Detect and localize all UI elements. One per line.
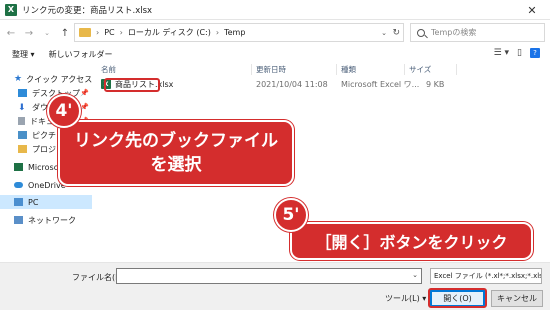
breadcrumb-local-disk[interactable]: ローカル ディスク (C:) [128,27,211,38]
new-folder-button[interactable]: 新しいフォルダー [49,49,113,60]
document-icon [18,117,25,125]
excel-icon [14,163,23,171]
search-icon [417,28,425,37]
search-placeholder: Tempの検索 [431,28,477,37]
chevron-right-icon: › [215,28,220,37]
title-bar: X リンク元の変更：商品リスト.xlsx ✕ [0,0,550,20]
nav-item-pc[interactable]: PC [0,195,92,209]
forward-arrow-icon[interactable]: → [22,25,36,41]
nav-item-label: クイック アクセス [26,74,92,84]
file-type-filter-value: Excel ファイル (*.xl*;*.xlsx;*.xlsm;* [434,272,542,280]
chevron-right-icon: › [119,28,123,37]
view-options-icon[interactable]: ☰ ▾ [494,48,509,58]
cloud-icon [14,182,23,188]
nav-item-label: ネットワーク [28,215,76,225]
column-divider[interactable] [251,64,252,75]
cancel-button[interactable]: キャンセル [491,290,543,307]
column-divider[interactable] [336,64,337,75]
navigation-bar: ← → ⌄ ↑ › PC › ローカル ディスク (C:) › Temp ⌄ ↻… [0,21,550,45]
nav-item-quick-access[interactable]: ★ クイック アクセス [0,72,92,86]
preview-pane-icon[interactable]: ▯ [517,48,522,58]
filename-input[interactable]: ⌄ [116,268,422,284]
address-bar[interactable]: › PC › ローカル ディスク (C:) › Temp ⌄ ↻ [74,23,404,42]
nav-item-desktop[interactable]: デスクトップ 📌 [0,86,92,100]
folder-icon [79,28,91,37]
open-button-highlight-frame [428,288,487,308]
search-input[interactable]: Tempの検索 [410,23,545,42]
refresh-icon[interactable]: ↻ [392,28,400,38]
nav-item-network[interactable]: ネットワーク [0,213,92,227]
column-header-date[interactable]: 更新日時 [256,62,286,76]
organize-button[interactable]: 整理 ▾ [12,49,35,60]
chevron-down-icon[interactable]: ⌄ [412,271,418,279]
step-4-badge: 4' [47,94,81,128]
recent-chevron-icon[interactable]: ⌄ [40,25,54,41]
chevron-right-icon: › [96,28,100,37]
breadcrumb-pc[interactable]: PC [104,28,114,37]
breadcrumb-temp[interactable]: Temp [224,28,245,37]
column-header-size[interactable]: サイズ [409,62,431,76]
desktop-icon [18,89,27,97]
callout-select-file: リンク先のブックファイルを選択 [58,120,294,186]
pin-icon: 📌 [80,103,89,111]
back-arrow-icon[interactable]: ← [4,25,18,41]
address-dropdown-icon[interactable]: ⌄ [381,29,387,37]
view-controls: ☰ ▾ ▯ ? [494,48,540,58]
column-header-name[interactable]: 名前 [101,62,116,76]
star-icon: ★ [14,74,23,84]
file-type-filter[interactable]: Excel ファイル (*.xl*;*.xlsx;*.xlsm;* [430,268,542,284]
excel-app-icon: X [5,3,17,16]
download-icon: ⬇ [18,103,26,113]
file-size: 9 KB [426,79,445,89]
nav-item-label: PC [28,197,39,207]
column-divider[interactable] [404,64,405,75]
up-arrow-icon[interactable]: ↑ [58,25,72,41]
network-icon [14,216,23,224]
pin-icon: 📌 [80,89,89,97]
command-bar: 整理 ▾ 新しいフォルダー ☰ ▾ ▯ ? [0,45,550,63]
column-divider[interactable] [456,64,457,75]
callout-click-open: ［開く］ボタンをクリック [290,222,533,260]
file-date: 2021/10/04 11:08 [256,79,328,89]
window-title: リンク元の変更：商品リスト.xlsx [22,5,153,16]
help-icon[interactable]: ? [530,48,540,58]
file-type: Microsoft Excel ワ... [341,79,420,89]
computer-icon [14,198,23,206]
picture-icon [18,131,27,139]
close-button[interactable]: ✕ [514,0,550,20]
column-header-type[interactable]: 種類 [341,62,356,76]
step-5-badge: 5' [274,198,308,232]
folder-icon [18,145,27,153]
file-highlight-frame [104,78,160,92]
tools-button[interactable]: ツール(L) ▾ [385,293,426,304]
